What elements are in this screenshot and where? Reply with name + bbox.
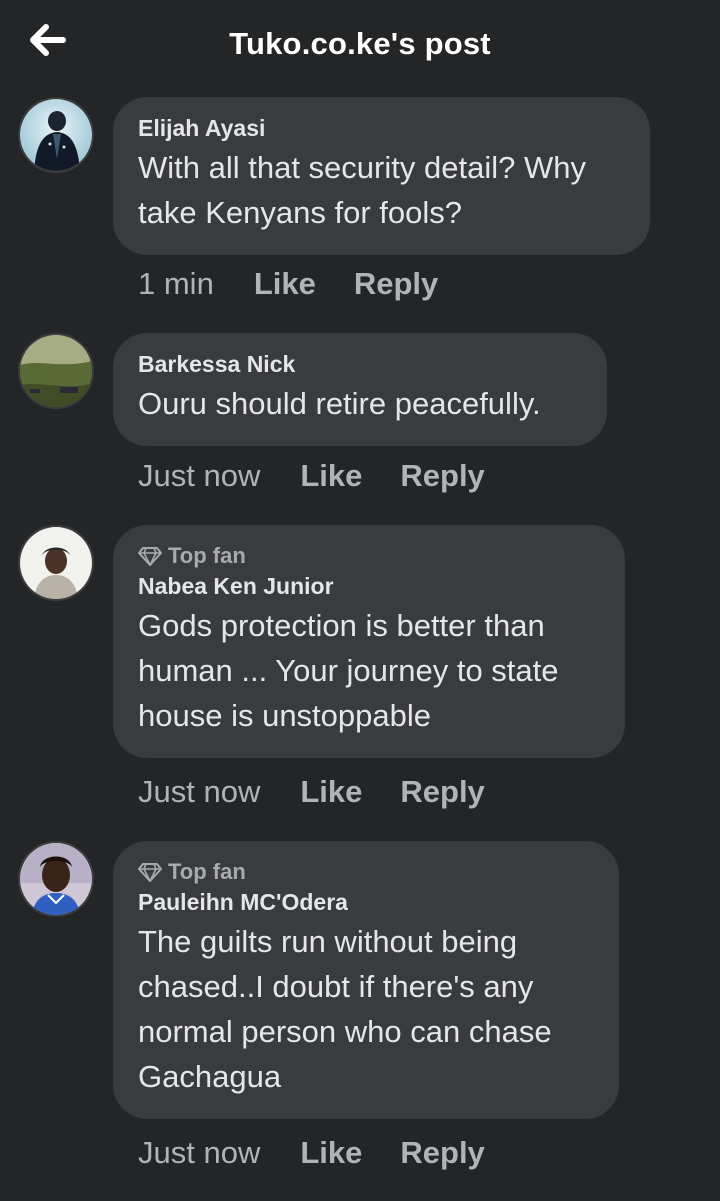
comment-actions: Just now Like Reply — [138, 1135, 523, 1171]
comment-bubble: Top fan Pauleihn MC'Odera The guilts run… — [113, 841, 619, 1119]
avatar[interactable] — [18, 525, 94, 601]
comment-bubble: Top fan Nabea Ken Junior Gods protection… — [113, 525, 625, 758]
reply-button[interactable]: Reply — [400, 774, 484, 810]
comment-author[interactable]: Barkessa Nick — [138, 349, 581, 379]
comment-bubble: Elijah Ayasi With all that security deta… — [113, 97, 650, 255]
comment-time[interactable]: Just now — [138, 458, 260, 494]
comment-author[interactable]: Pauleihn MC'Odera — [138, 887, 593, 917]
comment-text: The guilts run without being chased..I d… — [138, 924, 552, 1094]
reply-button[interactable]: Reply — [400, 458, 484, 494]
top-fan-label: Top fan — [168, 859, 246, 884]
comment-author[interactable]: Elijah Ayasi — [138, 113, 624, 143]
app-screen: Tuko.co.ke's post Elijah Ayasi With all … — [0, 0, 720, 1201]
top-fan-label: Top fan — [168, 543, 246, 568]
comment-actions: 1 min Like Reply — [138, 266, 476, 302]
header: Tuko.co.ke's post — [0, 0, 720, 90]
comment-text: Ouru should retire peacefully. — [138, 386, 541, 421]
comment-bubble: Barkessa Nick Ouru should retire peacefu… — [113, 333, 607, 446]
comment-actions: Just now Like Reply — [138, 774, 523, 810]
like-button[interactable]: Like — [300, 774, 362, 810]
diamond-icon — [138, 863, 162, 882]
reply-button[interactable]: Reply — [400, 1135, 484, 1171]
comment-actions: Just now Like Reply — [138, 458, 523, 494]
comment-time[interactable]: Just now — [138, 1135, 260, 1171]
avatar[interactable] — [18, 333, 94, 409]
comment-time[interactable]: Just now — [138, 774, 260, 810]
like-button[interactable]: Like — [300, 1135, 362, 1171]
diamond-icon — [138, 547, 162, 566]
reply-button[interactable]: Reply — [354, 266, 438, 302]
like-button[interactable]: Like — [300, 458, 362, 494]
avatar[interactable] — [18, 97, 94, 173]
top-fan-badge: Top fan — [138, 541, 599, 571]
top-fan-badge: Top fan — [138, 857, 593, 887]
avatar[interactable] — [18, 841, 94, 917]
like-button[interactable]: Like — [254, 266, 316, 302]
page-title: Tuko.co.ke's post — [229, 26, 491, 61]
comment-time[interactable]: 1 min — [138, 266, 214, 302]
comment-text: With all that security detail? Why take … — [138, 150, 586, 230]
comment-author[interactable]: Nabea Ken Junior — [138, 571, 599, 601]
comment-text: Gods protection is better than human ...… — [138, 608, 559, 733]
